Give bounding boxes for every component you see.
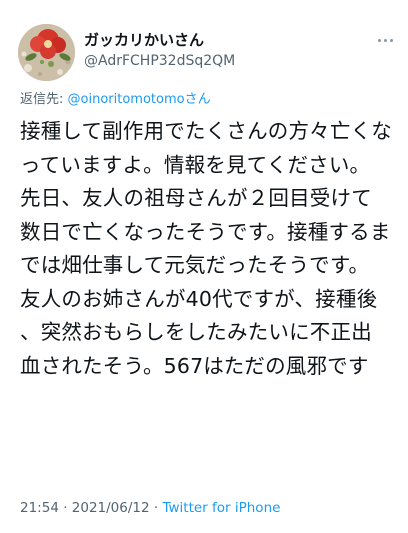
tweet-source-link[interactable]: Twitter for iPhone	[162, 500, 280, 516]
more-dot	[389, 38, 393, 42]
user-handle[interactable]: @AdrFCHP32dSq2QM	[84, 53, 235, 70]
reply-to-prefix: 返信先:	[20, 92, 64, 107]
more-dot	[383, 38, 387, 42]
tweet-date[interactable]: 2021/06/12	[72, 500, 150, 516]
tweet-meta: 21:54 · 2021/06/12 · Twitter for iPhone	[20, 500, 280, 517]
reply-to-line: 返信先: @oinoritomotomoさん	[20, 91, 211, 108]
tweet-paragraph: 先日、友人の祖母さんが２回目受けて数日で亡くなったそうです。接種するまでは畑仕事…	[20, 186, 391, 277]
tweet-time[interactable]: 21:54	[20, 500, 59, 516]
floral-avatar-icon[interactable]	[18, 24, 75, 81]
reply-mention-link[interactable]: @oinoritomotomoさん	[68, 92, 211, 107]
meta-separator: ·	[149, 500, 163, 516]
tweet-card: ガッカリかいさん @AdrFCHP32dSq2QM 返信先: @oinorito…	[0, 0, 408, 533]
tweet-paragraph: 友人のお姉さんが40代ですが、接種後、突然おもらしをしたみたいに不正出血されたそ…	[20, 286, 378, 378]
more-dot	[377, 38, 381, 42]
display-name[interactable]: ガッカリかいさん	[84, 31, 204, 49]
meta-separator: ·	[58, 500, 72, 516]
more-dots-icon[interactable]	[372, 30, 398, 50]
tweet-paragraph: 接種して副作用でたくさんの方々亡くなっていますよ。情報を見てください。	[20, 119, 392, 177]
tweet-text: 接種して副作用でたくさんの方々亡くなっていますよ。情報を見てください。 先日、友…	[20, 115, 392, 383]
